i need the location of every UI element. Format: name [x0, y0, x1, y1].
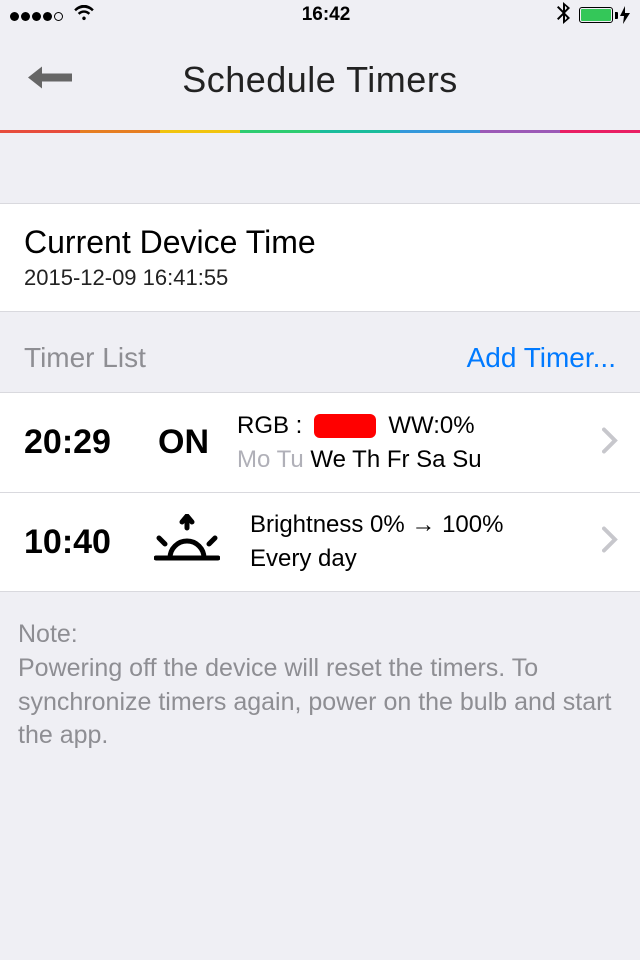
signal-dots-icon	[10, 5, 65, 26]
rainbow-divider	[0, 130, 640, 133]
back-button[interactable]	[28, 67, 72, 94]
timer-state: ON	[158, 423, 209, 462]
status-bar: 16:42	[0, 0, 640, 30]
timer-row[interactable]: 10:40 Brightness 0% → 100% Every day	[0, 492, 640, 592]
current-time-value: 2015-12-09 16:41:55	[24, 265, 616, 291]
timer-brightness-line: Brightness 0% → 100%	[250, 511, 616, 539]
sunrise-icon	[152, 514, 222, 570]
timer-time: 10:40	[24, 523, 134, 562]
timer-days: Mo Tu We Th Fr Sa Su	[237, 446, 616, 474]
timer-list-title: Timer List	[24, 342, 146, 374]
rgb-swatch	[314, 414, 376, 438]
add-timer-button[interactable]: Add Timer...	[467, 342, 616, 374]
rgb-label: RGB :	[237, 412, 302, 440]
timer-time: 20:29	[24, 423, 134, 462]
timer-row[interactable]: 20:29 ON RGB : WW:0% Mo Tu We Th Fr Sa S…	[0, 392, 640, 492]
page-title: Schedule Timers	[182, 59, 458, 101]
note-section: Note: Powering off the device will reset…	[0, 592, 640, 779]
days-active: We Th Fr Sa Su	[304, 446, 482, 473]
note-heading: Note:	[18, 618, 622, 652]
wifi-icon	[73, 5, 95, 26]
note-body: Powering off the device will reset the t…	[18, 652, 622, 753]
timer-schedule-line: Every day	[250, 545, 616, 573]
chevron-right-icon	[602, 427, 618, 458]
battery-icon	[579, 6, 630, 24]
bluetooth-icon	[557, 2, 571, 29]
timer-color-line: RGB : WW:0%	[237, 412, 616, 440]
nav-bar: Schedule Timers	[0, 30, 640, 130]
current-time-heading: Current Device Time	[24, 224, 616, 261]
timer-list-header: Timer List Add Timer...	[0, 312, 640, 392]
ww-label: WW:0%	[388, 412, 474, 440]
chevron-right-icon	[602, 527, 618, 558]
days-inactive: Mo Tu	[237, 446, 304, 473]
current-device-time-section: Current Device Time 2015-12-09 16:41:55	[0, 203, 640, 312]
status-time: 16:42	[302, 4, 351, 26]
